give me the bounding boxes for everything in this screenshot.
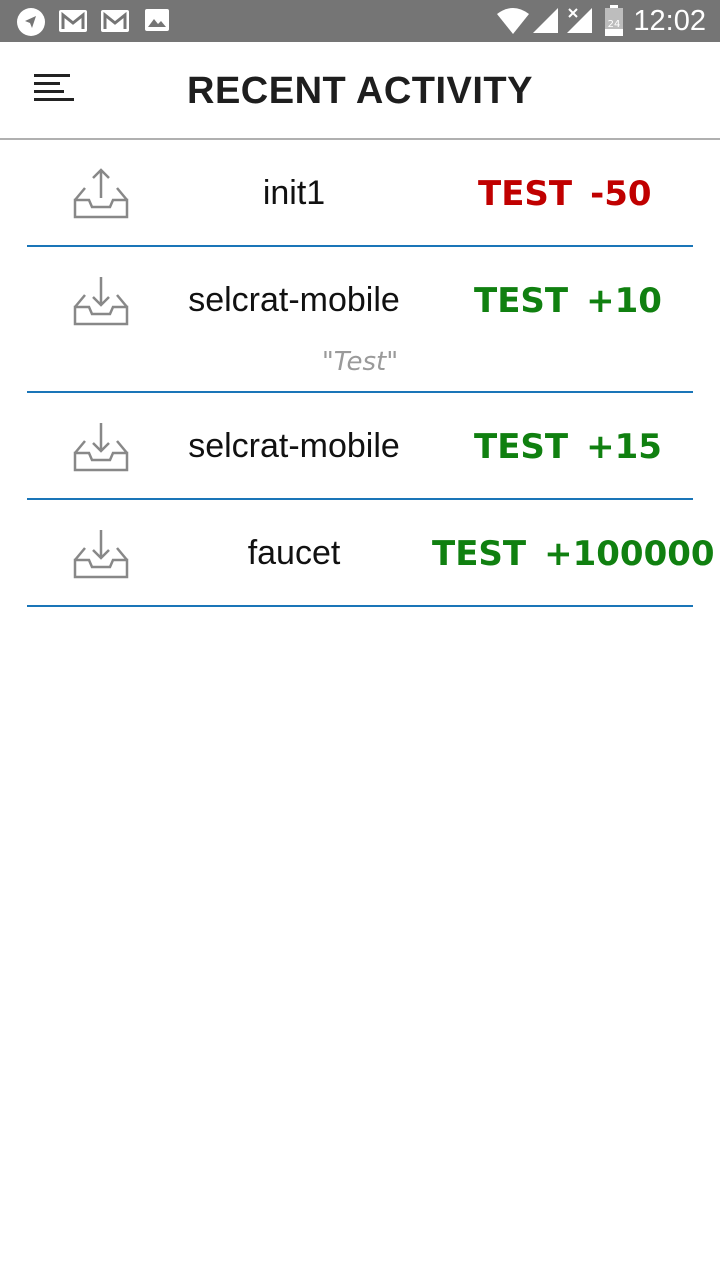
gmail-icon	[59, 10, 87, 32]
signal-no-data-icon	[567, 8, 592, 33]
upload-tray-icon	[73, 168, 129, 219]
download-tray-icon	[73, 277, 129, 326]
battery-icon: 24	[605, 5, 623, 36]
transaction-amount: TEST -50	[478, 174, 652, 214]
currency-label: TEST	[432, 534, 527, 574]
navigation-icon	[17, 8, 45, 36]
list-item[interactable]: selcrat-mobile TEST +10 "Test"	[27, 247, 693, 393]
list-item[interactable]: faucet TEST +100000	[27, 500, 715, 607]
signal-icon	[533, 8, 558, 33]
amount-value: +10	[586, 281, 662, 321]
wifi-icon	[497, 8, 529, 34]
activity-list: init1 TEST -50 selcrat-mobile TEST +10 "Te…	[0, 140, 720, 607]
download-tray-icon	[73, 423, 129, 472]
amount-value: +100000	[544, 534, 715, 574]
status-time: 12:02	[633, 5, 706, 37]
transaction-amount: TEST +15	[474, 427, 662, 467]
transaction-name: selcrat-mobile	[188, 281, 400, 319]
list-item[interactable]: init1 TEST -50	[27, 140, 693, 247]
list-item[interactable]: selcrat-mobile TEST +15	[27, 393, 693, 500]
transaction-name: selcrat-mobile	[188, 427, 400, 465]
currency-label: TEST	[474, 427, 569, 467]
page-title: RECENT ACTIVITY	[187, 70, 533, 112]
amount-value: -50	[590, 174, 652, 214]
gmail-icon	[101, 10, 129, 32]
currency-label: TEST	[478, 174, 573, 214]
currency-label: TEST	[474, 281, 569, 321]
transaction-amount: TEST +10	[474, 281, 662, 321]
app-bar: RECENT ACTIVITY	[0, 42, 720, 140]
image-icon	[145, 9, 169, 31]
battery-level: 24	[608, 19, 621, 30]
amount-value: +15	[586, 427, 662, 467]
download-tray-icon	[73, 530, 129, 579]
transaction-name: init1	[262, 174, 326, 212]
transaction-name: faucet	[247, 534, 341, 572]
transaction-memo: "Test"	[321, 347, 399, 377]
transaction-amount: TEST +100000	[432, 534, 715, 574]
status-bar: 24 12:02	[0, 0, 720, 42]
